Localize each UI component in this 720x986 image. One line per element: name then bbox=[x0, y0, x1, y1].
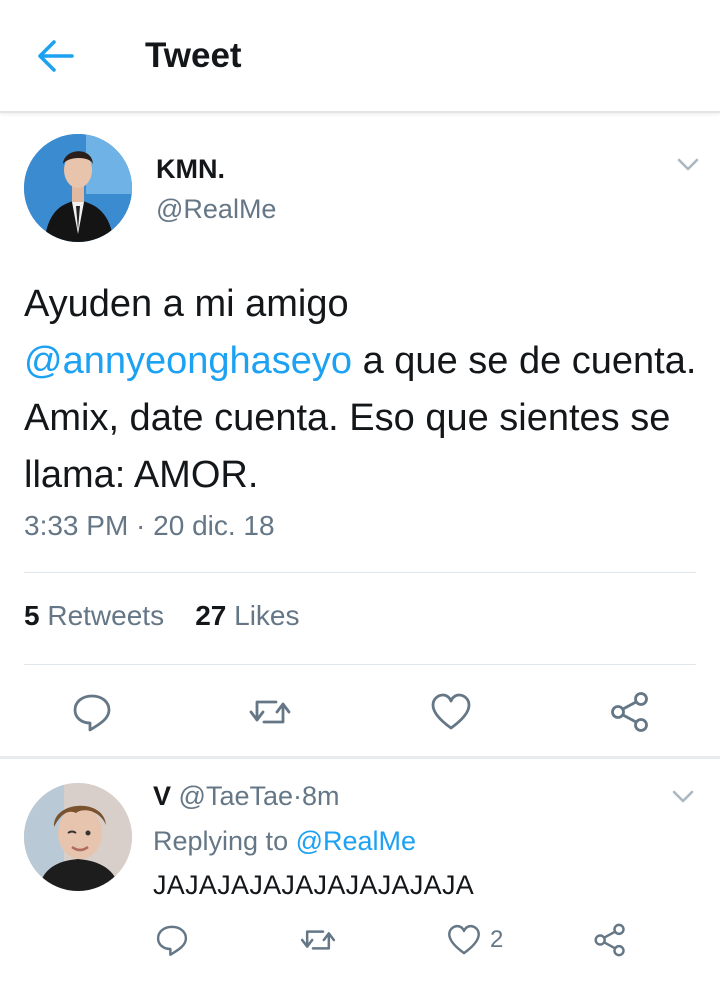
like-icon bbox=[431, 693, 471, 730]
reply-author-handle[interactable]: @TaeTae bbox=[179, 781, 293, 811]
thread-separator bbox=[0, 756, 720, 759]
retweets-label: Retweets bbox=[47, 600, 165, 631]
reply-icon bbox=[156, 925, 188, 956]
top-bar bbox=[0, 0, 720, 113]
replying-to: Replying to @RealMe bbox=[153, 826, 416, 857]
reply-button[interactable] bbox=[70, 690, 114, 734]
back-arrow-icon bbox=[38, 40, 74, 72]
reply-icon bbox=[73, 694, 111, 732]
chevron-down-icon bbox=[672, 790, 694, 803]
reply-text: JAJAJAJAJAJAJAJAJAJA bbox=[153, 870, 475, 900]
reply-time: 8m bbox=[302, 781, 340, 811]
divider bbox=[24, 664, 696, 665]
likes-stat[interactable]: 27 Likes bbox=[195, 600, 299, 631]
tweet-menu-button[interactable] bbox=[672, 152, 704, 180]
reply-header: V @TaeTae·8m bbox=[153, 781, 340, 812]
tweet-text: Ayuden a mi amigo @annyeonghaseyo a que s… bbox=[24, 276, 704, 504]
replying-to-link[interactable]: @RealMe bbox=[296, 826, 416, 856]
tweet-text-line1: Ayuden a mi amigo bbox=[24, 283, 349, 325]
like-button[interactable] bbox=[429, 690, 473, 734]
divider bbox=[24, 572, 696, 573]
retweet-icon bbox=[300, 930, 336, 950]
back-button[interactable] bbox=[28, 36, 84, 80]
retweets-count: 5 bbox=[24, 600, 40, 631]
share-icon bbox=[611, 692, 648, 732]
author-avatar-image bbox=[24, 134, 132, 242]
avatar[interactable] bbox=[24, 134, 132, 242]
author-name[interactable]: KMN. bbox=[156, 154, 225, 185]
share-button[interactable] bbox=[608, 690, 652, 734]
like-icon bbox=[448, 924, 480, 955]
share-icon bbox=[594, 923, 625, 957]
page-title: Tweet bbox=[145, 36, 242, 75]
mention-link[interactable]: @annyeonghaseyo bbox=[24, 340, 352, 382]
replying-prefix: Replying to bbox=[153, 826, 289, 856]
reply-reply-button[interactable] bbox=[154, 922, 190, 958]
engagement-stats: 5 Retweets 27 Likes bbox=[24, 600, 300, 632]
reply-share-button[interactable] bbox=[592, 922, 628, 958]
reply-like-button[interactable] bbox=[446, 922, 482, 958]
reply-retweet-button[interactable] bbox=[298, 923, 338, 957]
avatar[interactable] bbox=[24, 783, 132, 891]
reply-author-avatar-image bbox=[24, 783, 132, 891]
chevron-down-icon bbox=[677, 158, 699, 171]
reply-menu-button[interactable] bbox=[667, 784, 699, 812]
retweet-button[interactable] bbox=[246, 692, 294, 732]
likes-count: 27 bbox=[195, 600, 227, 631]
retweet-icon bbox=[249, 700, 291, 724]
retweets-stat[interactable]: 5 Retweets bbox=[24, 600, 164, 631]
tweet-timestamp: 3:33 PM · 20 dic. 18 bbox=[24, 510, 275, 541]
author-handle[interactable]: @RealMe bbox=[156, 194, 276, 225]
likes-label: Likes bbox=[234, 600, 300, 631]
reply-like-count: 2 bbox=[490, 926, 504, 953]
reply-author-name[interactable]: V bbox=[153, 781, 171, 811]
separator-dot: · bbox=[293, 781, 303, 811]
